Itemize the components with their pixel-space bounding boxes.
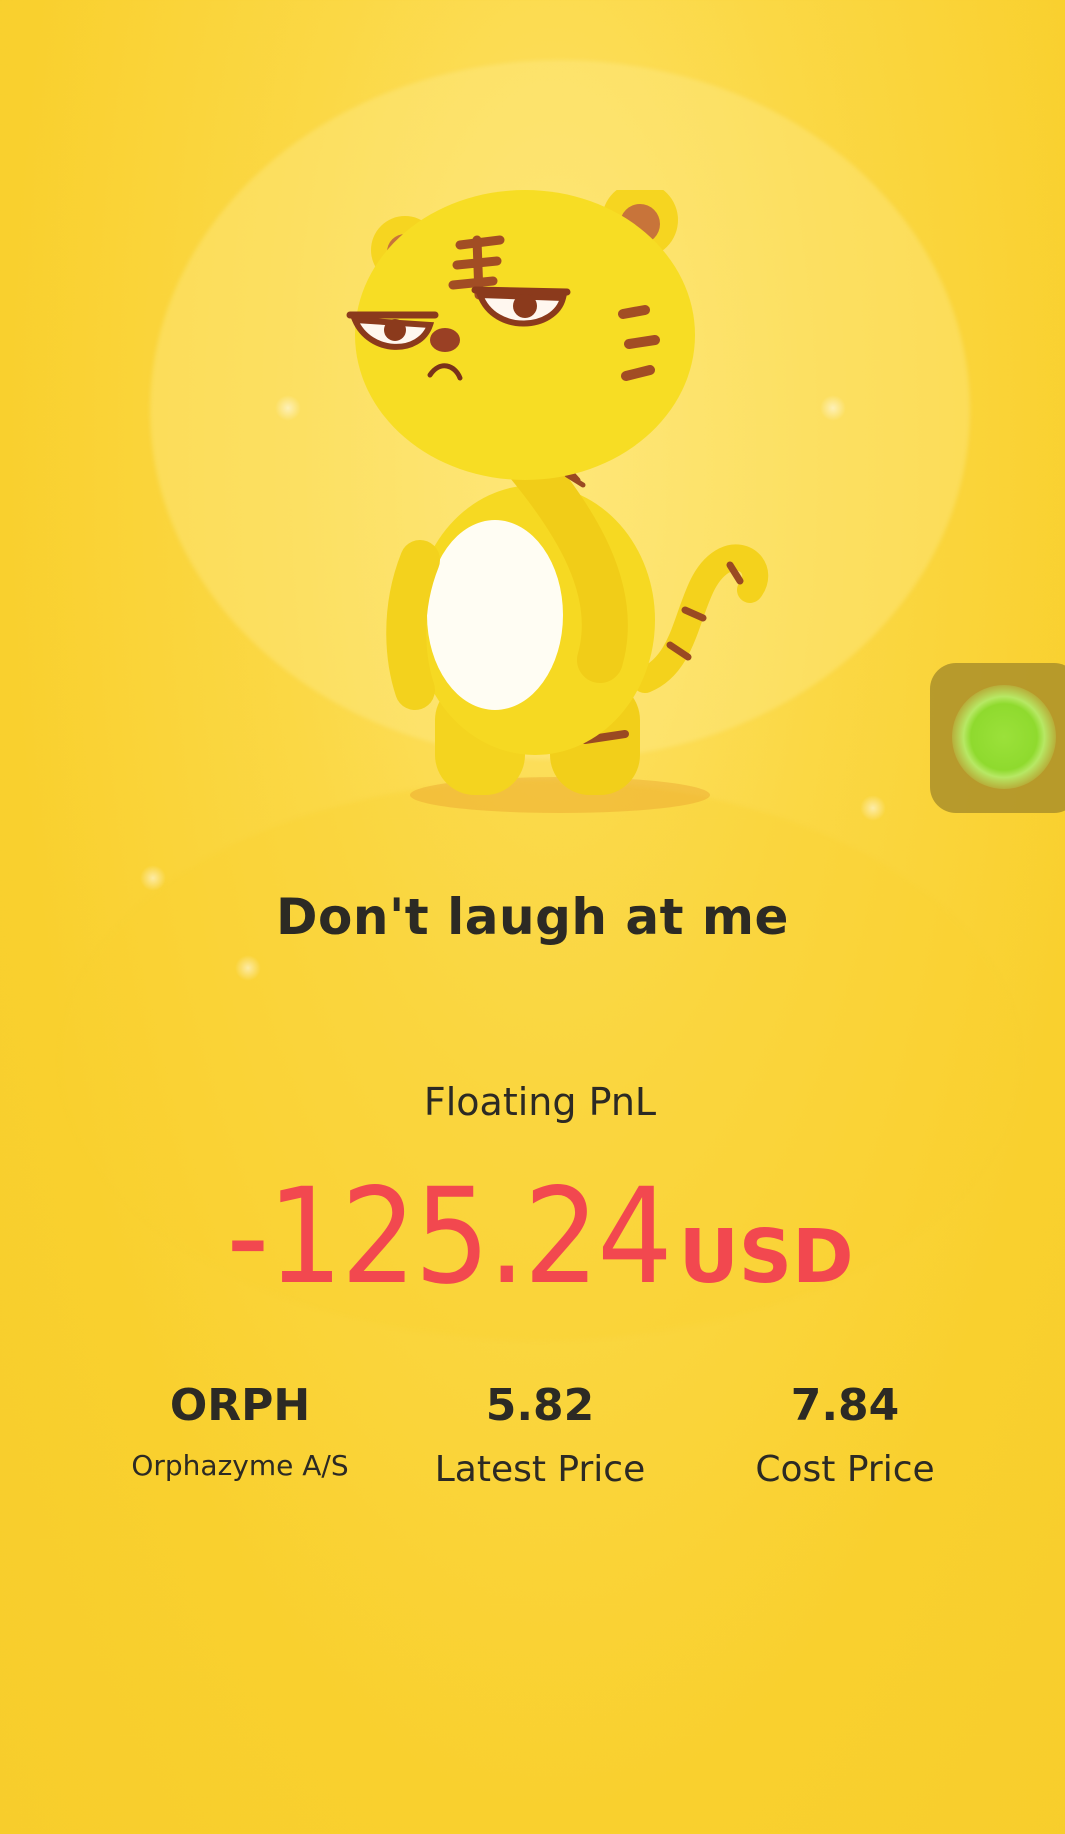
floating-assistant-icon — [952, 685, 1056, 789]
tiger-mascot-icon — [346, 190, 769, 813]
stock-symbol: ORPH — [169, 1380, 311, 1431]
position-stats: ORPH Orphazyme A/S 5.82 Latest Price 7.8… — [0, 1380, 1065, 1520]
sparkle — [820, 395, 846, 421]
sparkle — [860, 795, 886, 821]
sparkle — [275, 395, 301, 421]
latest-price-value: 5.82 — [485, 1380, 595, 1431]
latest-price-label: Latest Price — [434, 1449, 646, 1490]
company-name: Orphazyme A/S — [131, 1449, 349, 1482]
stock-info: ORPH Orphazyme A/S — [90, 1380, 390, 1482]
floating-pnl-value: -125.24 USD — [0, 1160, 1065, 1314]
floating-pnl-label: Floating PnL — [423, 1080, 657, 1124]
sparkle — [235, 955, 261, 981]
pnl-amount: -125.24 — [226, 1160, 672, 1314]
headline: Don't laugh at me — [276, 888, 789, 946]
latest-price-stat: 5.82 Latest Price — [390, 1380, 690, 1490]
floating-assistant-button[interactable] — [930, 663, 1065, 813]
cost-price-label: Cost Price — [755, 1449, 935, 1490]
pnl-currency: USD — [678, 1214, 854, 1300]
cost-price-stat: 7.84 Cost Price — [695, 1380, 995, 1490]
cost-price-value: 7.84 — [790, 1380, 900, 1431]
